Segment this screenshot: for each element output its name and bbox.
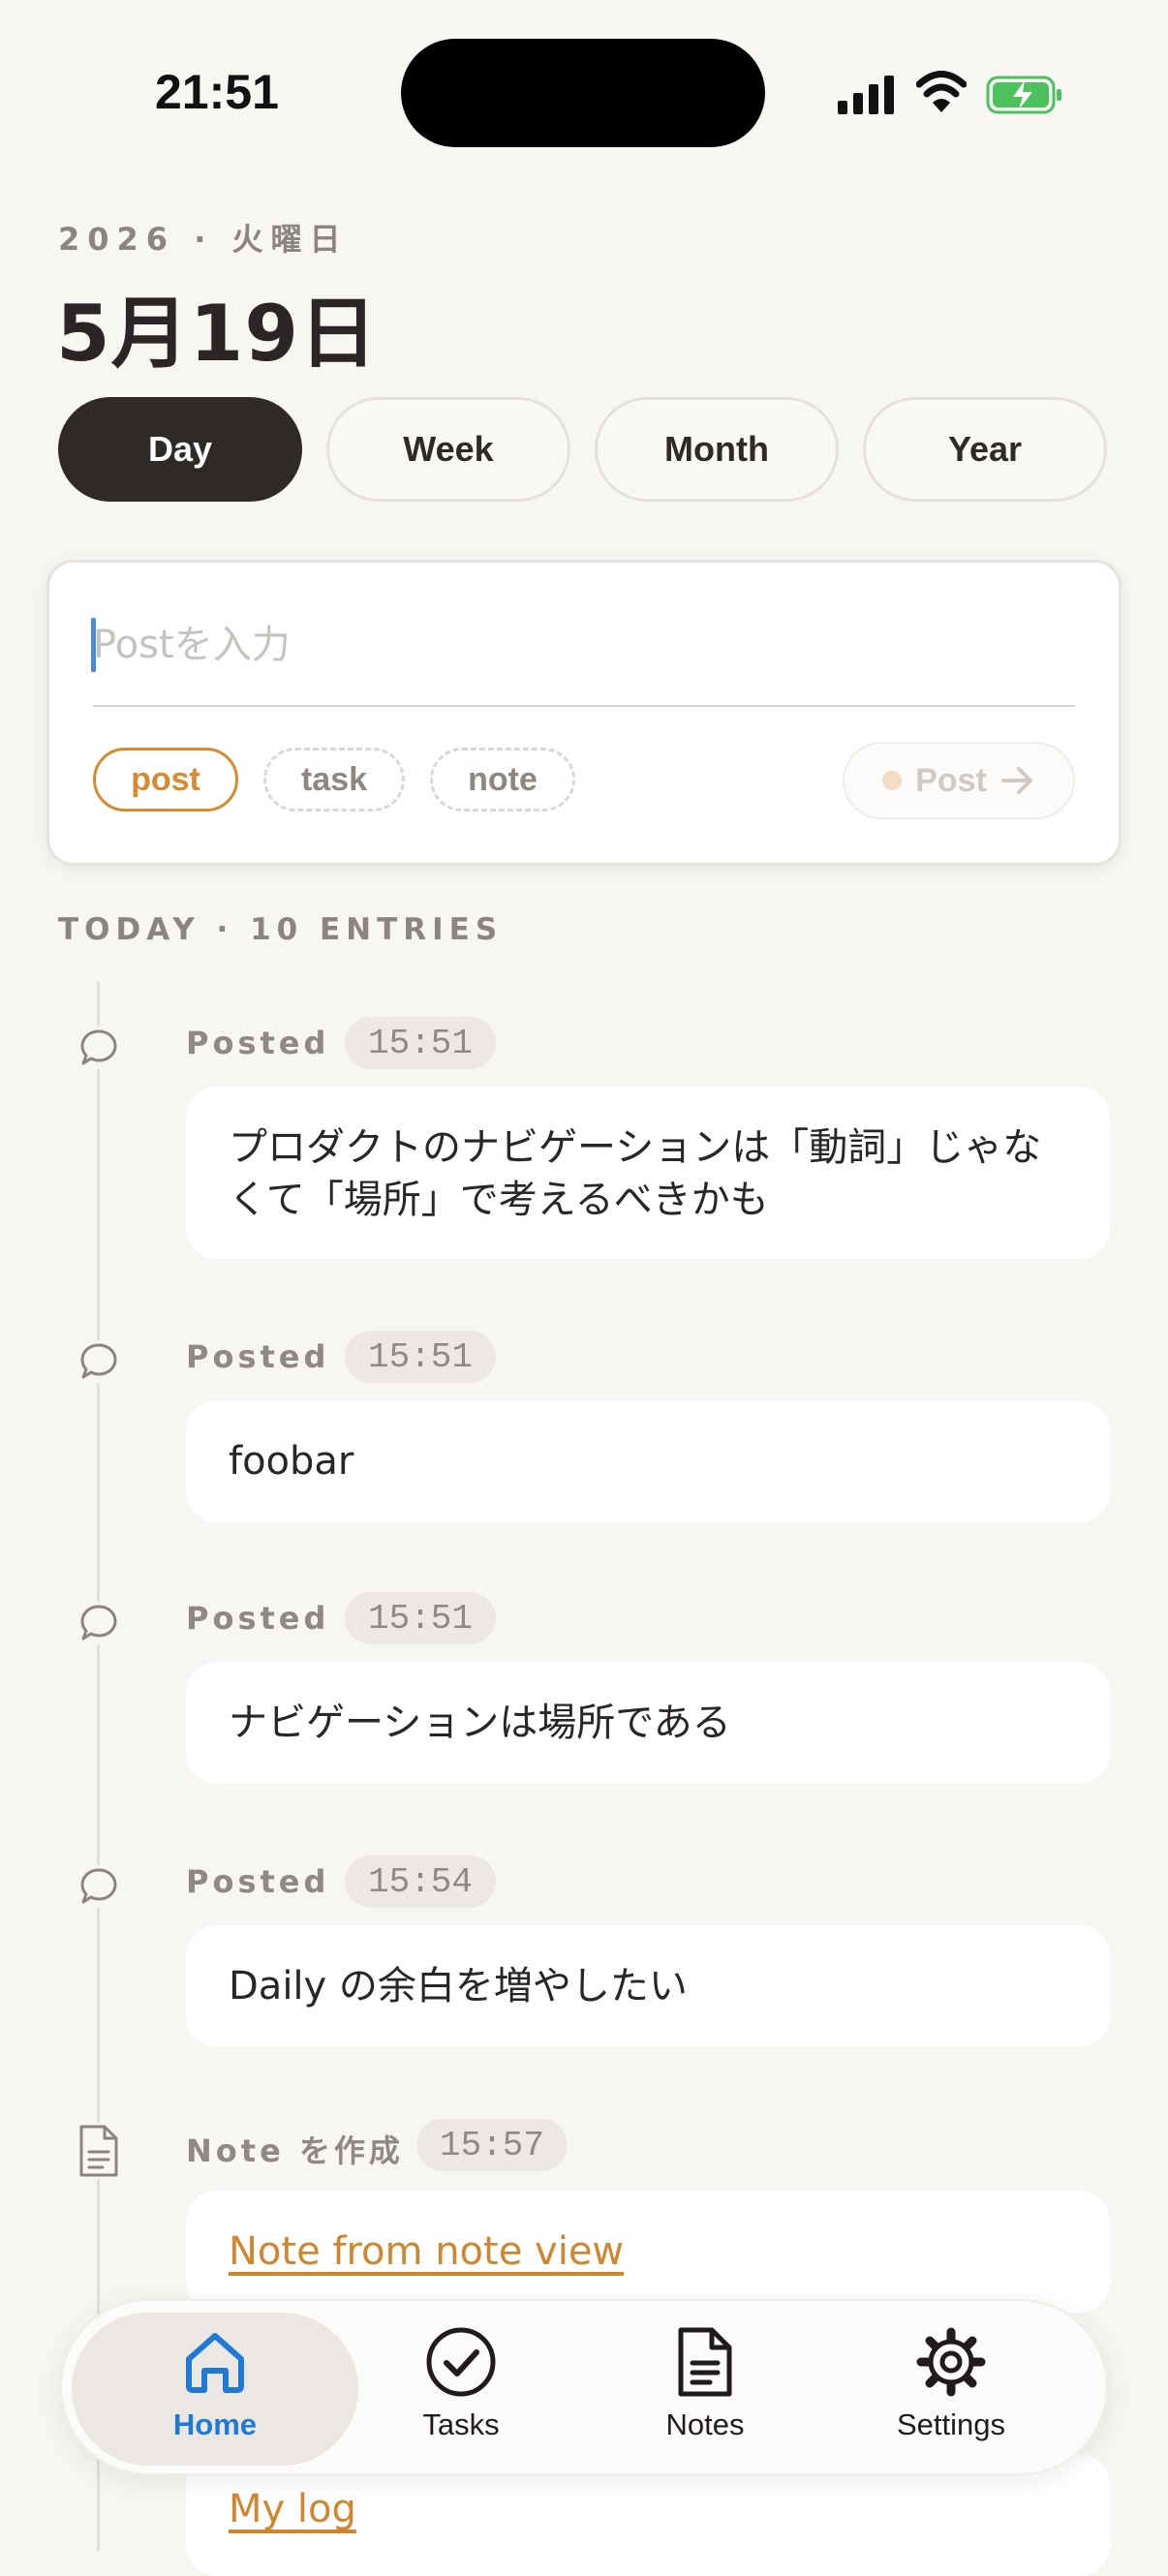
tab-label: Settings <box>896 2407 1005 2441</box>
entry-time: 15:54 <box>345 1855 497 1908</box>
input-underline <box>93 705 1075 707</box>
entry-label: Posted <box>186 1600 330 1637</box>
post-input[interactable] <box>93 608 1071 682</box>
document-icon <box>76 2123 122 2179</box>
entry-card[interactable]: foobar <box>186 1400 1110 1522</box>
chat-bubble-icon <box>77 1027 120 1069</box>
dynamic-island <box>401 39 765 147</box>
post-submit-label: Post <box>915 761 987 799</box>
type-chip-note[interactable]: note <box>430 748 575 812</box>
tab-settings[interactable]: Settings <box>845 2324 1058 2460</box>
gear-icon <box>916 2327 986 2397</box>
chat-bubble-icon <box>77 1865 120 1908</box>
segment-day[interactable]: Day <box>58 397 302 502</box>
status-dot <box>882 771 903 790</box>
tab-notes[interactable]: Notes <box>599 2324 812 2460</box>
segment-year[interactable]: Year <box>863 397 1107 502</box>
tab-label: Home <box>172 2407 258 2441</box>
entry-time: 15:57 <box>416 2119 569 2171</box>
date-subtitle: 2026 · 火曜日 <box>58 221 349 258</box>
entry-label: Posted <box>186 1863 330 1900</box>
tab-label: Notes <box>665 2407 745 2441</box>
segment-month[interactable]: Month <box>595 397 839 502</box>
entry-time: 15:51 <box>345 1017 497 1069</box>
entry-card[interactable]: プロダクトのナビゲーションは「動詞」じゃなくて「場所」で考えるべきかも <box>186 1087 1110 1259</box>
entry-label: Note を作成 <box>186 2132 404 2169</box>
tab-label: Tasks <box>422 2407 500 2441</box>
chat-bubble-icon <box>77 1340 120 1383</box>
entry-time: 15:51 <box>345 1592 497 1644</box>
note-link-card[interactable]: Note from note view <box>186 2191 1110 2313</box>
chat-bubble-icon <box>77 1602 120 1644</box>
entry-card[interactable]: Daily の余白を増やしたい <box>186 1925 1110 2047</box>
entry-time: 15:51 <box>345 1331 497 1383</box>
entry-label: Posted <box>186 1338 330 1375</box>
arrow-right-icon <box>1000 767 1032 794</box>
check-circle-icon <box>426 2327 496 2397</box>
type-chip-post[interactable]: post <box>93 748 238 812</box>
segment-week[interactable]: Week <box>326 397 570 502</box>
entry-label: Posted <box>186 1025 330 1061</box>
tab-home[interactable]: Home <box>108 2324 322 2460</box>
text-cursor <box>91 618 96 672</box>
status-time: 21:51 <box>155 65 279 119</box>
type-chip-task[interactable]: task <box>263 748 405 812</box>
timeline-section-title: TODAY · 10 ENTRIES <box>58 912 504 947</box>
entry-card[interactable]: ナビゲーションは場所である <box>186 1662 1110 1784</box>
post-submit-button[interactable]: Post <box>843 742 1075 819</box>
wifi-icon <box>916 71 967 112</box>
battery-charging-icon <box>986 76 1061 114</box>
composer-card <box>46 560 1122 866</box>
tab-tasks[interactable]: Tasks <box>354 2324 568 2460</box>
document-icon <box>678 2327 732 2397</box>
house-icon <box>186 2333 244 2393</box>
page-title: 5月19日 <box>56 289 378 379</box>
cellular-signal-icon <box>838 76 894 114</box>
